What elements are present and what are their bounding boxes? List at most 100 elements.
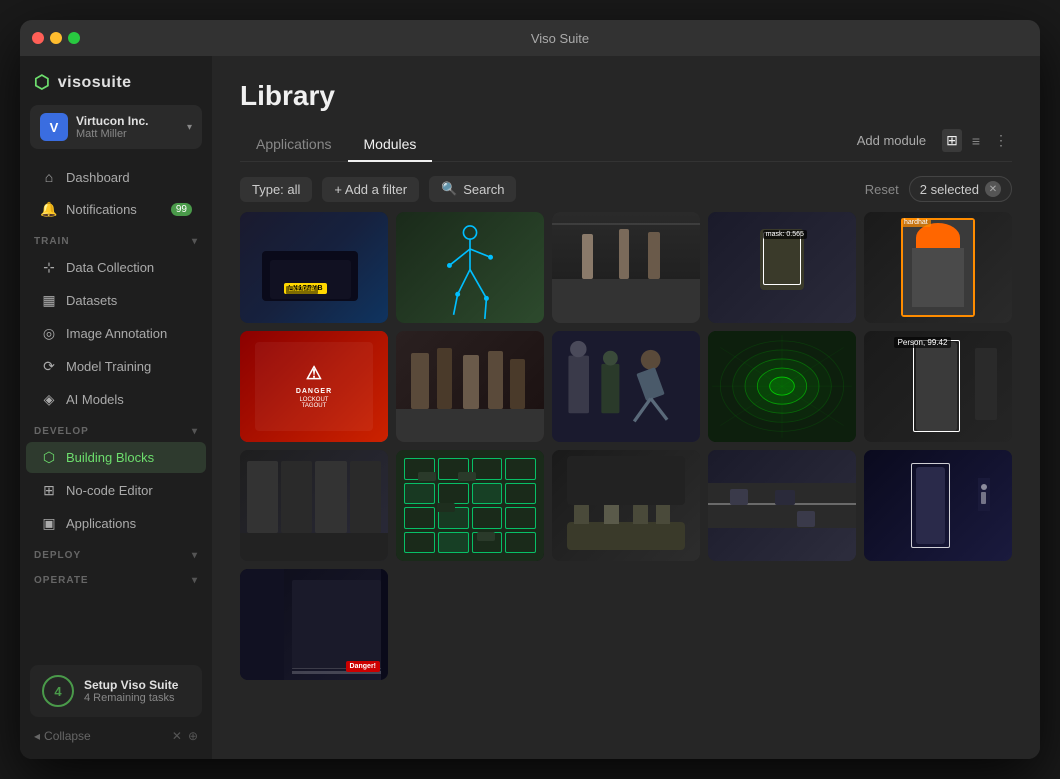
window-title: Viso Suite xyxy=(92,31,1028,46)
filter-right: Reset 2 selected ✕ xyxy=(865,176,1012,202)
grid-item-7[interactable] xyxy=(396,331,544,442)
sidebar-logo: ⬡ visosuite xyxy=(20,56,212,105)
grid-item-6[interactable]: ⚠ DANGER LOCKOUT TAGOUT xyxy=(240,331,388,442)
sidebar-item-label: Data Collection xyxy=(66,260,154,275)
sidebar-item-data-collection[interactable]: ⊹ Data Collection xyxy=(26,252,206,283)
setup-title: Setup Viso Suite xyxy=(84,678,178,692)
setup-progress-circle: 4 xyxy=(42,675,74,707)
ai-models-icon: ◈ xyxy=(40,391,58,408)
minimize-button[interactable] xyxy=(50,32,62,44)
building-blocks-icon: ⬡ xyxy=(40,449,58,466)
setup-card[interactable]: 4 Setup Viso Suite 4 Remaining tasks xyxy=(30,665,202,717)
main-content: Library Applications Modules Add module … xyxy=(212,56,1040,759)
grid-item-3[interactable] xyxy=(552,212,700,323)
selected-badge: 2 selected ✕ xyxy=(909,176,1012,202)
editor-icon: ⊞ xyxy=(40,482,58,499)
tab-applications[interactable]: Applications xyxy=(240,128,348,162)
close-button[interactable] xyxy=(32,32,44,44)
app-window: Viso Suite ⬡ visosuite V Virtucon Inc. M… xyxy=(20,20,1040,759)
sidebar-item-dashboard[interactable]: ⌂ Dashboard xyxy=(26,162,206,192)
sidebar-controls: ✕ ⊕ xyxy=(172,729,198,743)
logo-icon: ⬡ xyxy=(34,72,50,93)
view-toggle: ⊞ ≡ ⋮ xyxy=(942,129,1012,152)
more-options-button[interactable]: ⋮ xyxy=(990,129,1012,152)
grid-view-button[interactable]: ⊞ xyxy=(942,129,962,152)
grid-item-4[interactable]: mask: 0.565 xyxy=(708,212,856,323)
sidebar-control-2[interactable]: ⊕ xyxy=(188,729,198,743)
list-view-button[interactable]: ≡ xyxy=(968,130,984,152)
account-user: Matt Miller xyxy=(76,128,179,140)
maximize-button[interactable] xyxy=(68,32,80,44)
sidebar-item-label: Model Training xyxy=(66,359,151,374)
tab-actions: Add module ⊞ ≡ ⋮ xyxy=(849,129,1012,160)
add-filter-button[interactable]: + Add a filter xyxy=(322,177,419,202)
sidebar-item-no-code-editor[interactable]: ⊞ No-code Editor xyxy=(26,475,206,506)
chevron-down-icon: ▾ xyxy=(187,122,192,133)
grid-item-11[interactable] xyxy=(240,450,388,561)
sidebar-item-label: Datasets xyxy=(66,293,117,308)
account-switcher[interactable]: V Virtucon Inc. Matt Miller ▾ xyxy=(30,105,202,149)
grid-item-12[interactable] xyxy=(396,450,544,561)
collapse-label: ◂ Collapse xyxy=(34,729,91,743)
datasets-icon: ▦ xyxy=(40,292,58,309)
section-operate: OPERATE ▾ xyxy=(20,565,212,590)
data-collection-icon: ⊹ xyxy=(40,259,58,276)
sidebar-item-building-blocks[interactable]: ⬡ Building Blocks xyxy=(26,442,206,473)
search-icon: 🔍 xyxy=(441,181,457,197)
chevron-down-icon-3: ▾ xyxy=(192,550,198,561)
titlebar: Viso Suite xyxy=(20,20,1040,56)
reset-button[interactable]: Reset xyxy=(865,182,899,197)
filter-bar: Type: all + Add a filter 🔍 Search Reset … xyxy=(212,162,1040,212)
sidebar-item-datasets[interactable]: ▦ Datasets xyxy=(26,285,206,316)
grid-item-13[interactable] xyxy=(552,450,700,561)
avatar: V xyxy=(40,113,68,141)
module-grid: LX17PYB LX17PYB xyxy=(240,212,1012,680)
traffic-lights xyxy=(32,32,80,44)
sidebar-item-model-training[interactable]: ⟳ Model Training xyxy=(26,351,206,382)
sidebar-item-label: Notifications xyxy=(66,202,137,217)
grid-item-2[interactable] xyxy=(396,212,544,323)
account-name: Virtucon Inc. xyxy=(76,114,179,128)
sidebar-control-1[interactable]: ✕ xyxy=(172,729,182,743)
training-icon: ⟳ xyxy=(40,358,58,375)
section-develop: DEVELOP ▾ xyxy=(20,416,212,441)
collapse-bar[interactable]: ◂ Collapse ✕ ⊕ xyxy=(20,721,212,751)
sidebar-item-label: Applications xyxy=(66,516,136,531)
sidebar-item-label: Dashboard xyxy=(66,170,130,185)
search-button[interactable]: 🔍 Search xyxy=(429,176,516,202)
grid-item-14[interactable] xyxy=(708,450,856,561)
section-deploy: DEPLOY ▾ xyxy=(20,540,212,565)
sidebar-item-label: AI Models xyxy=(66,392,124,407)
setup-info: Setup Viso Suite 4 Remaining tasks xyxy=(84,678,178,704)
sidebar-bottom: 4 Setup Viso Suite 4 Remaining tasks xyxy=(20,655,212,721)
app-body: ⬡ visosuite V Virtucon Inc. Matt Miller … xyxy=(20,56,1040,759)
setup-subtitle: 4 Remaining tasks xyxy=(84,692,178,704)
sidebar-item-notifications[interactable]: 🔔 Notifications 99 xyxy=(26,194,206,225)
main-header: Library Applications Modules Add module … xyxy=(212,56,1040,162)
grid-item-16[interactable]: Danger! xyxy=(240,569,388,680)
sidebar-item-ai-models[interactable]: ◈ AI Models xyxy=(26,384,206,415)
sidebar-item-label: No-code Editor xyxy=(66,483,153,498)
add-module-button[interactable]: Add module xyxy=(849,129,934,152)
chevron-left-icon: ◂ xyxy=(34,729,40,743)
sidebar-item-label: Image Annotation xyxy=(66,326,167,341)
clear-selection-button[interactable]: ✕ xyxy=(985,181,1001,197)
bell-icon: 🔔 xyxy=(40,201,58,218)
grid-item-5[interactable]: hardhat xyxy=(864,212,1012,323)
sidebar: ⬡ visosuite V Virtucon Inc. Matt Miller … xyxy=(20,56,212,759)
grid-item-15[interactable] xyxy=(864,450,1012,561)
logo-text: visosuite xyxy=(58,74,132,92)
page-title: Library xyxy=(240,80,1012,112)
tab-modules[interactable]: Modules xyxy=(348,128,433,162)
annotation-icon: ◎ xyxy=(40,325,58,342)
dashboard-icon: ⌂ xyxy=(40,169,58,185)
grid-item-8[interactable] xyxy=(552,331,700,442)
type-filter[interactable]: Type: all xyxy=(240,177,312,202)
grid-item-10[interactable]: Person, 99.42 xyxy=(864,331,1012,442)
grid-item-1[interactable]: LX17PYB LX17PYB xyxy=(240,212,388,323)
grid-item-9[interactable] xyxy=(708,331,856,442)
sidebar-item-image-annotation[interactable]: ◎ Image Annotation xyxy=(26,318,206,349)
tabs-bar: Applications Modules Add module ⊞ ≡ ⋮ xyxy=(240,128,1012,162)
notifications-badge: 99 xyxy=(171,203,192,216)
sidebar-item-applications[interactable]: ▣ Applications xyxy=(26,508,206,539)
